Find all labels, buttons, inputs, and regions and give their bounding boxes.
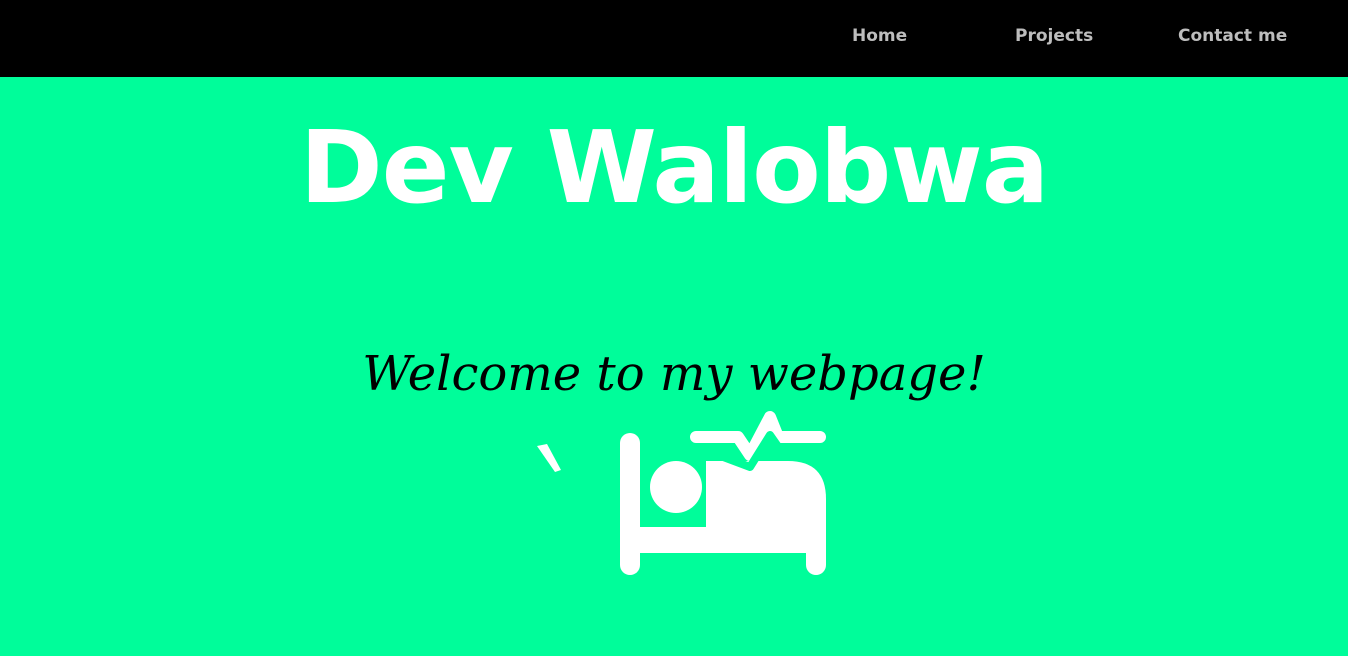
nav-link-contact[interactable]: Contact me (1178, 25, 1287, 47)
nav-link-projects[interactable]: Projects (1015, 25, 1093, 47)
nav-link-home[interactable]: Home (852, 25, 907, 47)
hospital-bed-icon (620, 411, 826, 575)
stray-backtick-glyph (537, 444, 561, 472)
welcome-text: Welcome to my webpage! (362, 346, 986, 402)
page-title: Dev Walobwa (299, 109, 1049, 226)
top-navbar: Home Projects Contact me (0, 0, 1348, 77)
